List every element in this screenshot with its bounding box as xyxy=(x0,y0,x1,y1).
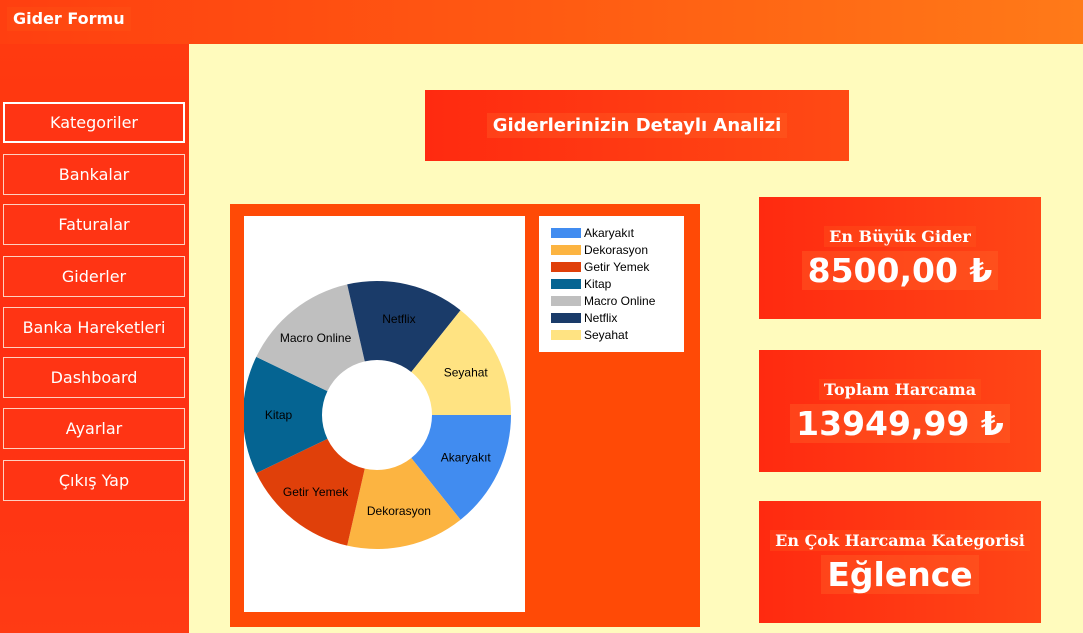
doughnut-chart-svg: Akaryakıt Dekorasyon Getir Yemek Kitap Macro… xyxy=(244,281,511,549)
window-title: Gider Formu xyxy=(7,7,131,31)
sidebar-item-giderler[interactable]: Giderler xyxy=(3,256,185,297)
legend-swatch xyxy=(551,295,581,306)
legend-item-macro-online: Macro Online xyxy=(551,292,684,309)
stat-card-top-category: En Çok Harcama Kategorisi Eğlence xyxy=(759,501,1041,623)
legend-label: Netflix xyxy=(584,310,618,325)
legend-label: Macro Online xyxy=(584,293,656,308)
stat-value-top-category: Eğlence xyxy=(821,555,979,594)
legend-swatch xyxy=(551,244,581,255)
legend-item-dekorasyon: Dekorasyon xyxy=(551,241,684,258)
stat-label-biggest-expense: En Büyük Gider xyxy=(824,226,976,247)
page-heading-box: Giderlerinizin Detaylı Analizi xyxy=(425,90,849,161)
sidebar-item-faturalar[interactable]: Faturalar xyxy=(3,204,185,245)
stat-card-biggest-expense: En Büyük Gider 8500,00 ₺ xyxy=(759,197,1041,319)
legend-swatch xyxy=(551,261,581,272)
legend-item-seyahat: Seyahat xyxy=(551,326,684,343)
legend-swatch xyxy=(551,312,581,323)
sidebar-item-bankalar[interactable]: Bankalar xyxy=(3,154,185,195)
legend-label: Dekorasyon xyxy=(584,242,649,257)
legend-label: Getir Yemek xyxy=(584,259,650,274)
legend-label: Akaryakıt xyxy=(584,225,635,240)
doughnut-chart: Akaryakıt Dekorasyon Getir Yemek Kitap Macro… xyxy=(244,216,525,612)
sidebar-item-banka-hareketleri[interactable]: Banka Hareketleri xyxy=(3,307,185,348)
legend-swatch xyxy=(551,278,581,289)
legend-swatch xyxy=(551,227,581,238)
stat-label-top-category: En Çok Harcama Kategorisi xyxy=(770,530,1030,551)
slice-label-macro-online: Macro Online xyxy=(280,331,352,345)
chart-legend: Akaryakıt Dekorasyon Getir Yemek Kitap Macro… xyxy=(539,216,684,352)
legend-label: Kitap xyxy=(584,276,612,291)
title-bar: Gider Formu xyxy=(0,0,1083,44)
slice-label-seyahat: Seyahat xyxy=(444,365,489,379)
slice-label-akaryakit: Akaryakıt xyxy=(441,451,492,465)
stat-value-biggest-expense: 8500,00 ₺ xyxy=(801,251,999,290)
legend-label: Seyahat xyxy=(584,327,629,342)
stat-card-total-spending: Toplam Harcama 13949,99 ₺ xyxy=(759,350,1041,472)
legend-item-netflix: Netflix xyxy=(551,309,684,326)
sidebar-item-cikis-yap[interactable]: Çıkış Yap xyxy=(3,460,185,501)
slice-label-netflix: Netflix xyxy=(382,312,415,326)
slice-label-kitap: Kitap xyxy=(265,408,293,422)
sidebar: Kategoriler Bankalar Faturalar Giderler … xyxy=(0,44,189,633)
stat-value-total-spending: 13949,99 ₺ xyxy=(790,404,1010,443)
chart-frame: Akaryakıt Dekorasyon Getir Yemek Kitap Macro… xyxy=(230,204,700,627)
page-title: Giderlerinizin Detaylı Analizi xyxy=(486,113,788,138)
legend-swatch xyxy=(551,329,581,340)
slice-label-dekorasyon: Dekorasyon xyxy=(367,504,431,518)
legend-item-kitap: Kitap xyxy=(551,275,684,292)
stat-label-total-spending: Toplam Harcama xyxy=(818,379,982,400)
slice-label-getir-yemek: Getir Yemek xyxy=(283,485,349,499)
sidebar-item-kategoriler[interactable]: Kategoriler xyxy=(3,102,185,143)
sidebar-item-ayarlar[interactable]: Ayarlar xyxy=(3,408,185,449)
sidebar-item-dashboard[interactable]: Dashboard xyxy=(3,357,185,398)
main-content: Giderlerinizin Detaylı Analizi Akaryakıt… xyxy=(189,44,1083,633)
legend-item-akaryakit: Akaryakıt xyxy=(551,224,684,241)
legend-item-getir-yemek: Getir Yemek xyxy=(551,258,684,275)
